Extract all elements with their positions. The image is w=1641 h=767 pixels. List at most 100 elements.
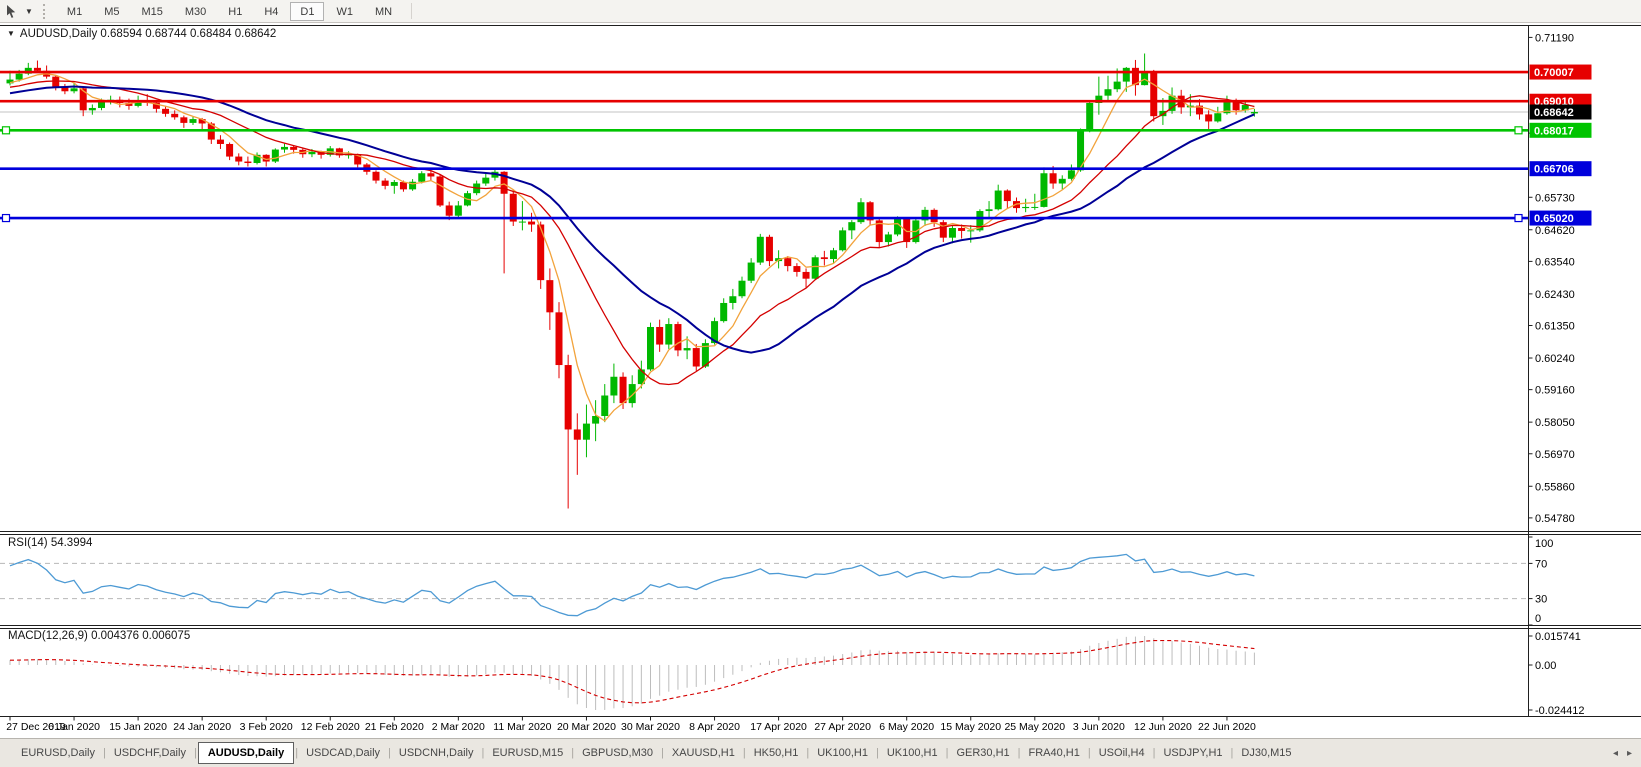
scroll-tabs-right-button[interactable]: ▸ xyxy=(1627,748,1632,759)
svg-text:0.54780: 0.54780 xyxy=(1535,513,1575,525)
chart-tab-uk100-h1[interactable]: UK100,H1 xyxy=(810,744,875,762)
svg-text:0: 0 xyxy=(1535,613,1541,625)
chart-tab-uk100-h1[interactable]: UK100,H1 xyxy=(880,744,945,762)
hline-handle[interactable] xyxy=(1515,127,1522,134)
hline-handle[interactable] xyxy=(3,215,10,222)
chart-tab-usdcnh-daily[interactable]: USDCNH,Daily xyxy=(392,744,481,762)
svg-text:20 Mar 2020: 20 Mar 2020 xyxy=(557,721,616,733)
svg-text:6 May 2020: 6 May 2020 xyxy=(879,721,934,733)
candles xyxy=(7,54,1258,509)
chart-tab-usdjpy-h1[interactable]: USDJPY,H1 xyxy=(1156,744,1229,762)
svg-text:12 Feb 2020: 12 Feb 2020 xyxy=(301,721,360,733)
ma-fast-line xyxy=(10,74,1254,421)
svg-text:0.63540: 0.63540 xyxy=(1535,256,1575,268)
timeframe-button-m1[interactable]: M1 xyxy=(57,2,92,21)
chart-tabs-group: EURUSD,Daily|USDCHF,Daily|AUDUSD,Daily|U… xyxy=(14,742,1299,764)
svg-text:0.65020: 0.65020 xyxy=(1534,213,1574,225)
chart-cursor-tool-button[interactable] xyxy=(0,1,21,22)
chart-title-text: AUDUSD,Daily 0.68594 0.68744 0.68484 0.6… xyxy=(20,28,276,40)
timeframes-toolbar: ▼ M1M5M15M30H1H4D1W1MN xyxy=(0,0,1641,23)
scroll-tabs-left-button[interactable]: ◂ xyxy=(1613,748,1618,759)
svg-text:0.66706: 0.66706 xyxy=(1534,164,1574,176)
chart-tab-fra40-h1[interactable]: FRA40,H1 xyxy=(1022,744,1087,762)
chart-tab-eurusd-m15[interactable]: EURUSD,M15 xyxy=(485,744,570,762)
svg-text:8 Apr 2020: 8 Apr 2020 xyxy=(689,721,740,733)
chart-title: ▼ AUDUSD,Daily 0.68594 0.68744 0.68484 0.… xyxy=(7,28,276,40)
svg-text:0.65730: 0.65730 xyxy=(1535,192,1575,204)
svg-text:0.61350: 0.61350 xyxy=(1535,321,1575,333)
svg-text:17 Apr 2020: 17 Apr 2020 xyxy=(750,721,807,733)
svg-text:0.00: 0.00 xyxy=(1535,660,1556,672)
timeframe-button-h4[interactable]: H4 xyxy=(254,2,288,21)
svg-text:6 Jan 2020: 6 Jan 2020 xyxy=(48,721,100,733)
svg-text:0.56970: 0.56970 xyxy=(1535,449,1575,461)
svg-text:2 Mar 2020: 2 Mar 2020 xyxy=(432,721,485,733)
svg-text:0.60240: 0.60240 xyxy=(1535,353,1575,365)
svg-text:22 Jun 2020: 22 Jun 2020 xyxy=(1198,721,1256,733)
chart-tab-dj30-m15[interactable]: DJ30,M15 xyxy=(1234,744,1298,762)
svg-text:3 Jun 2020: 3 Jun 2020 xyxy=(1073,721,1125,733)
rsi-level-lines xyxy=(0,563,1529,598)
timeframe-button-m5[interactable]: M5 xyxy=(94,2,129,21)
svg-text:0.62430: 0.62430 xyxy=(1535,289,1575,301)
macd-indicator-label: MACD(12,26,9) 0.004376 0.006075 xyxy=(8,630,190,642)
svg-text:0.58050: 0.58050 xyxy=(1535,417,1575,429)
svg-text:0.55860: 0.55860 xyxy=(1535,481,1575,493)
ma-medium-line xyxy=(10,81,1254,385)
timeframe-button-d1[interactable]: D1 xyxy=(290,2,324,21)
hline-handle[interactable] xyxy=(3,127,10,134)
svg-text:25 May 2020: 25 May 2020 xyxy=(1004,721,1065,733)
svg-text:-0.024412: -0.024412 xyxy=(1535,705,1585,717)
chart-tab-gbpusd-m30[interactable]: GBPUSD,M30 xyxy=(575,744,660,762)
svg-text:30 Mar 2020: 30 Mar 2020 xyxy=(621,721,680,733)
svg-text:0.70007: 0.70007 xyxy=(1534,67,1574,79)
svg-text:0.68642: 0.68642 xyxy=(1534,107,1574,119)
svg-text:0.71190: 0.71190 xyxy=(1535,32,1574,44)
macd-axis-labels: 0.015741 0.00 -0.024412 xyxy=(1529,631,1585,717)
chart-tab-usdchf-daily[interactable]: USDCHF,Daily xyxy=(107,744,193,762)
svg-text:15 Jan 2020: 15 Jan 2020 xyxy=(109,721,167,733)
mt4-chart-window: ▼ M1M5M15M30H1H4D1W1MN ▼ AUDUSD,Daily 0.6… xyxy=(0,0,1641,767)
svg-text:3 Feb 2020: 3 Feb 2020 xyxy=(240,721,293,733)
hline-handle[interactable] xyxy=(1515,215,1522,222)
chart-tab-bar: EURUSD,Daily|USDCHF,Daily|AUDUSD,Daily|U… xyxy=(0,738,1641,767)
chart-tab-usoil-h4[interactable]: USOil,H4 xyxy=(1092,744,1152,762)
price-chart-canvas[interactable]: 0.711900.679200.657300.646200.635400.624… xyxy=(0,24,1641,738)
svg-text:0.64620: 0.64620 xyxy=(1535,225,1575,237)
svg-text:30: 30 xyxy=(1535,594,1547,606)
tab-scroll-arrows: ◂ ▸ xyxy=(1613,748,1632,759)
svg-text:27 Apr 2020: 27 Apr 2020 xyxy=(814,721,871,733)
timeframe-button-h1[interactable]: H1 xyxy=(218,2,252,21)
timeframe-button-w1[interactable]: W1 xyxy=(326,2,363,21)
date-axis-labels: 27 Dec 20196 Jan 202015 Jan 202024 Jan 2… xyxy=(6,717,1256,734)
timeframe-buttons-group: M1M5M15M30H1H4D1W1MN xyxy=(56,2,403,21)
svg-text:0.015741: 0.015741 xyxy=(1535,631,1581,643)
toolbar-separator xyxy=(411,3,412,19)
dropdown-arrow-icon[interactable]: ▼ xyxy=(21,1,37,22)
chart-cursor-icon xyxy=(4,4,19,19)
svg-text:100: 100 xyxy=(1535,538,1553,550)
timeframe-button-m15[interactable]: M15 xyxy=(131,2,172,21)
toolbar-grip[interactable] xyxy=(43,4,47,19)
rsi-indicator-label: RSI(14) 54.3994 xyxy=(8,537,92,549)
chart-tab-ger30-h1[interactable]: GER30,H1 xyxy=(949,744,1016,762)
timeframe-button-m30[interactable]: M30 xyxy=(175,2,216,21)
chart-tab-audusd-daily[interactable]: AUDUSD,Daily xyxy=(198,742,294,764)
svg-text:0.68017: 0.68017 xyxy=(1534,125,1574,137)
svg-text:24 Jan 2020: 24 Jan 2020 xyxy=(173,721,231,733)
rsi-axis-labels: 100 70 30 0 xyxy=(1529,537,1554,625)
ma-slow-line xyxy=(10,87,1254,353)
collapse-arrow-icon[interactable]: ▼ xyxy=(7,29,15,38)
svg-text:70: 70 xyxy=(1535,558,1547,570)
macd-histogram xyxy=(10,636,1254,710)
svg-text:21 Feb 2020: 21 Feb 2020 xyxy=(365,721,424,733)
chart-tab-usdcad-daily[interactable]: USDCAD,Daily xyxy=(299,744,387,762)
chart-tab-xauusd-h1[interactable]: XAUUSD,H1 xyxy=(665,744,742,762)
timeframe-button-mn[interactable]: MN xyxy=(365,2,402,21)
chart-tab-hk50-h1[interactable]: HK50,H1 xyxy=(747,744,806,762)
svg-text:12 Jun 2020: 12 Jun 2020 xyxy=(1134,721,1192,733)
svg-text:0.59160: 0.59160 xyxy=(1535,385,1575,397)
svg-text:11 Mar 2020: 11 Mar 2020 xyxy=(493,721,551,733)
chart-tab-eurusd-daily[interactable]: EURUSD,Daily xyxy=(14,744,102,762)
svg-text:15 May 2020: 15 May 2020 xyxy=(940,721,1001,733)
